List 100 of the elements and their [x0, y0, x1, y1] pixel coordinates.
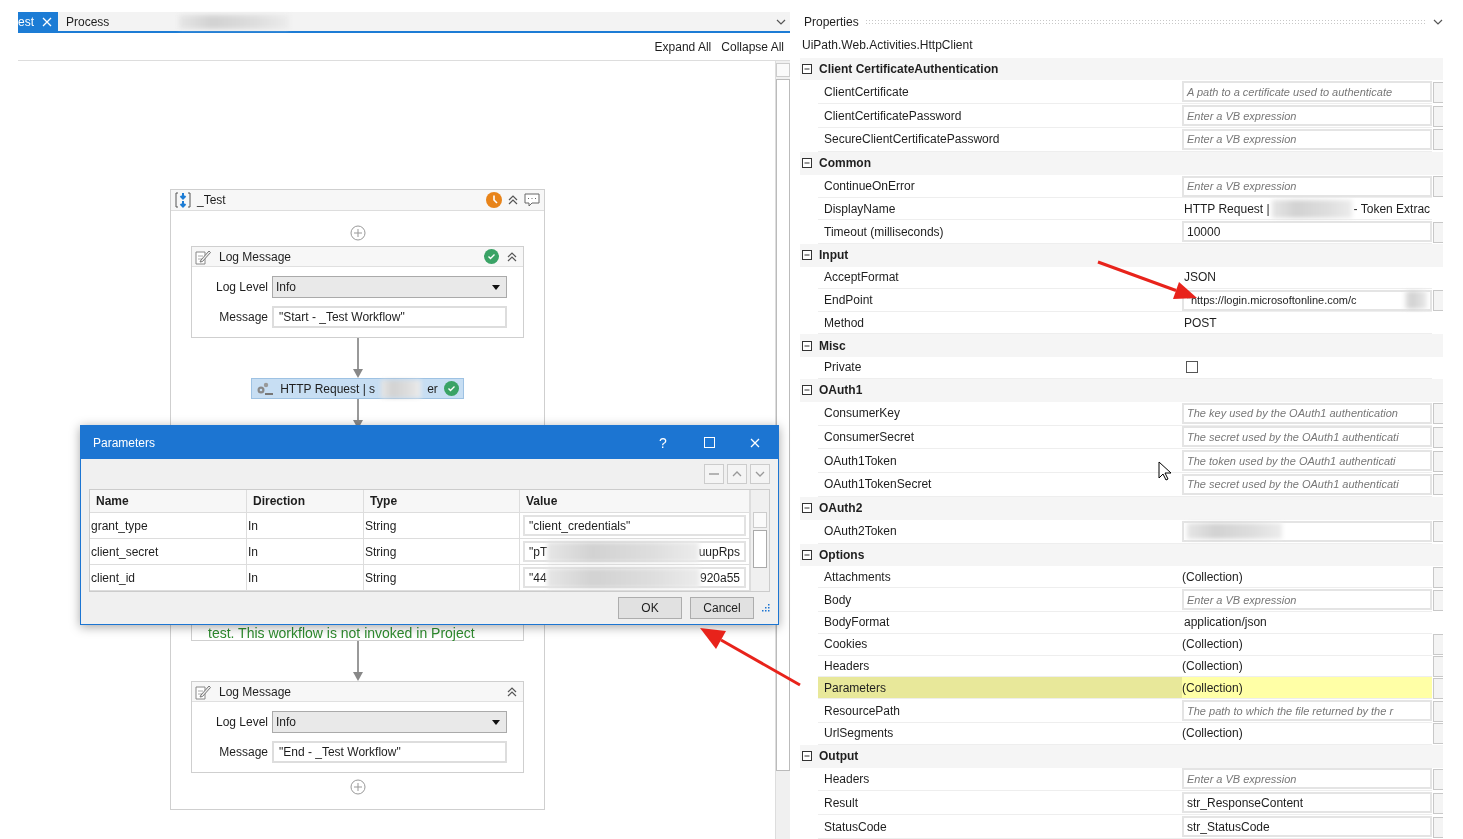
close-icon[interactable]	[42, 16, 52, 27]
add-icon[interactable]	[349, 779, 366, 795]
input-field[interactable]: "End - _Test Workflow"	[272, 741, 507, 763]
collapse-icon[interactable]	[802, 385, 812, 396]
input-field[interactable]: str_StatusCode	[1182, 816, 1432, 838]
input-field[interactable]: The secret used by the OAuth1 authenticati	[1182, 426, 1432, 448]
browse-button[interactable]	[1433, 589, 1443, 611]
collapse-icon[interactable]	[802, 340, 812, 351]
input-field[interactable]: Enter a VB expression	[1182, 175, 1432, 197]
dialog-button[interactable]: Cancel	[690, 597, 754, 619]
collapse-icon[interactable]	[802, 503, 812, 514]
input-field[interactable]: The token used by the OAuth1 authenticati	[1182, 450, 1432, 472]
checkbox[interactable]	[1186, 361, 1198, 374]
document-tab[interactable]: est	[18, 12, 58, 31]
input-field[interactable]: 10000	[1182, 221, 1432, 243]
browse-button[interactable]	[1433, 792, 1443, 814]
collapse-icon[interactable]	[802, 158, 812, 169]
scrollbar[interactable]	[775, 61, 790, 839]
move-down-button[interactable]	[750, 464, 770, 484]
add-icon[interactable]	[349, 225, 366, 241]
input-field[interactable]: Enter a VB expression	[1182, 128, 1432, 150]
browse-button[interactable]	[1433, 290, 1443, 312]
move-up-button[interactable]	[727, 464, 747, 484]
input-field[interactable]: A path to a certificate used to authenticate	[1182, 81, 1432, 103]
property-name[interactable]: BodyFormat	[818, 611, 1182, 634]
dropdown[interactable]: Info	[272, 711, 507, 733]
browse-button[interactable]	[1433, 426, 1443, 448]
input-field[interactable]: Enter a VB expression	[1182, 589, 1432, 610]
collapse-icon[interactable]	[802, 549, 812, 560]
browse-button[interactable]	[1433, 566, 1443, 588]
browse-button[interactable]	[1433, 700, 1443, 722]
input-field[interactable]: The path to which the file returned by the r	[1182, 700, 1432, 722]
document-tab[interactable]: Process	[58, 12, 120, 31]
browse-button[interactable]	[1433, 129, 1443, 151]
property-name[interactable]: Result	[818, 791, 1182, 816]
comment-icon[interactable]	[524, 193, 540, 207]
collapse-icon[interactable]	[802, 250, 812, 261]
property-name[interactable]: SecureClientCertificatePassword	[818, 128, 1182, 152]
input-field[interactable]: Enter a VB expression	[1182, 768, 1432, 790]
input-field[interactable]: Enter a VB expression	[1182, 105, 1432, 127]
property-name[interactable]: StatusCode	[818, 815, 1182, 839]
property-name[interactable]: ResourcePath	[818, 699, 1182, 723]
property-name[interactable]: ConsumerKey	[818, 401, 1182, 426]
browse-button[interactable]	[1433, 521, 1443, 543]
toolbar-link[interactable]: Expand All	[654, 39, 712, 54]
browse-button[interactable]	[1433, 105, 1443, 127]
chevron-down-icon[interactable]	[1433, 18, 1443, 25]
chevron-up-icon[interactable]	[732, 471, 742, 477]
input-field[interactable]: "Start - _Test Workflow"	[272, 306, 507, 328]
maximize-icon[interactable]	[703, 437, 715, 448]
browse-button[interactable]	[1433, 816, 1443, 838]
input-field[interactable]: "44 920a55	[523, 567, 746, 588]
activity-node[interactable]: HTTP Request | s er	[251, 378, 464, 399]
browse-button[interactable]	[1433, 81, 1443, 103]
close-icon[interactable]	[750, 437, 760, 448]
chevron-down-icon[interactable]	[776, 18, 786, 25]
property-name[interactable]: Private	[818, 357, 1182, 379]
property-name[interactable]: AcceptFormat	[818, 266, 1182, 289]
input-field[interactable]: "https://login.microsoftonline.com/c	[1182, 289, 1432, 311]
resize-grip-icon[interactable]	[762, 604, 770, 612]
input-field[interactable]: "client_credentials"	[523, 515, 746, 536]
browse-button[interactable]	[1433, 403, 1443, 425]
browse-button[interactable]	[1433, 221, 1443, 243]
input-field[interactable]: The key used by the OAuth1 authentication	[1182, 402, 1432, 424]
property-name[interactable]: ClientCertificate	[818, 80, 1182, 105]
input-field[interactable]: "pT uupRps	[523, 541, 746, 562]
scrollbar[interactable]	[750, 490, 769, 591]
property-name[interactable]: ContinueOnError	[818, 174, 1182, 199]
property-name[interactable]: Body	[818, 588, 1182, 612]
browse-button[interactable]	[1433, 655, 1443, 677]
property-name[interactable]: Cookies	[818, 633, 1182, 656]
property-name[interactable]: DisplayName	[818, 198, 1182, 221]
browse-button[interactable]	[1433, 723, 1443, 745]
browse-button[interactable]	[1433, 634, 1443, 656]
browse-button[interactable]	[1433, 474, 1443, 496]
dialog-button[interactable]: OK	[618, 597, 682, 619]
property-name[interactable]: Attachments	[818, 566, 1182, 589]
property-name[interactable]: ConsumerSecret	[818, 425, 1182, 450]
collapse-icon[interactable]	[508, 195, 518, 205]
input-field[interactable]: The secret used by the OAuth1 authenticati	[1182, 474, 1432, 495]
dropdown[interactable]: Info	[272, 276, 507, 298]
property-name[interactable]: Headers	[818, 767, 1182, 792]
collapse-icon[interactable]	[802, 64, 812, 74]
collapse-icon[interactable]	[507, 251, 517, 262]
input-field[interactable]	[1182, 520, 1432, 542]
browse-button[interactable]	[1433, 769, 1443, 790]
collapse-icon[interactable]	[802, 751, 812, 762]
toolbar-link[interactable]: Collapse All	[721, 39, 784, 54]
property-name[interactable]: ClientCertificatePassword	[818, 104, 1182, 128]
input-field[interactable]: str_ResponseContent	[1182, 792, 1432, 814]
browse-button[interactable]	[1433, 677, 1443, 699]
property-name[interactable]: UrlSegments	[818, 722, 1182, 745]
browse-button[interactable]	[1433, 450, 1443, 472]
browse-button[interactable]	[1433, 176, 1443, 197]
remove-button[interactable]	[704, 464, 724, 484]
help-button[interactable]: ?	[640, 426, 686, 459]
collapse-icon[interactable]	[507, 686, 517, 697]
property-name[interactable]: Parameters	[818, 677, 1182, 700]
property-name[interactable]: OAuth2Token	[818, 519, 1182, 544]
activity-title: HTTP Request | s	[280, 381, 376, 396]
